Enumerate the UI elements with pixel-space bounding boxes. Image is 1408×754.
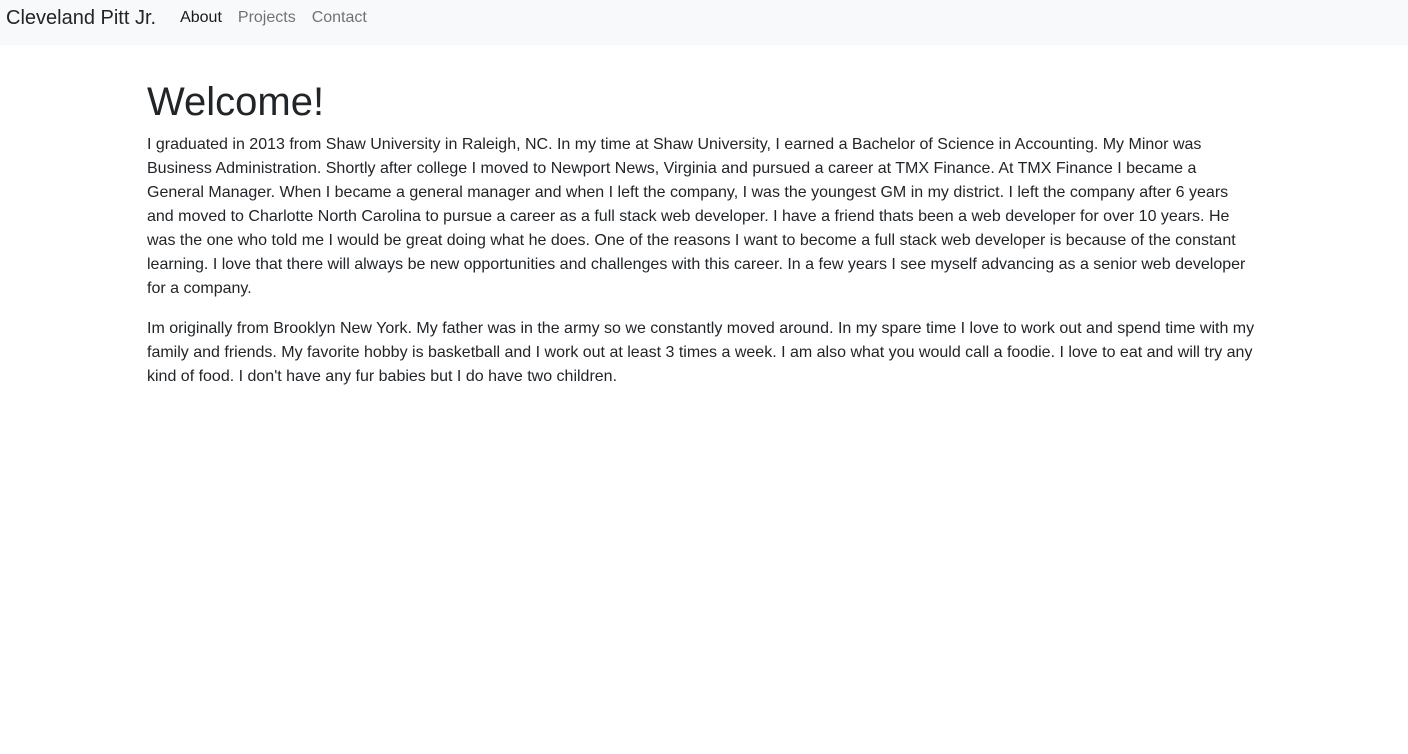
nav-item-contact: Contact — [304, 6, 375, 30]
about-paragraph-2: Im originally from Brooklyn New York. My… — [147, 320, 1255, 385]
about-paragraph-1: I graduated in 2013 from Shaw University… — [147, 136, 1246, 297]
nav-item-projects: Projects — [230, 6, 304, 30]
navbar: Cleveland Pitt Jr. About Projects Contac… — [0, 0, 1408, 45]
main-content: Welcome! I graduated in 2013 from Shaw U… — [147, 45, 1257, 389]
brand-link[interactable]: Cleveland Pitt Jr. — [6, 6, 156, 30]
nav-link-about[interactable]: About — [180, 9, 230, 26]
nav-link-contact[interactable]: Contact — [304, 9, 375, 26]
nav-link-projects[interactable]: Projects — [230, 9, 304, 26]
nav-links: About Projects Contact — [180, 6, 375, 30]
page-title: Welcome! — [147, 80, 325, 124]
nav-item-about: About — [180, 6, 230, 30]
